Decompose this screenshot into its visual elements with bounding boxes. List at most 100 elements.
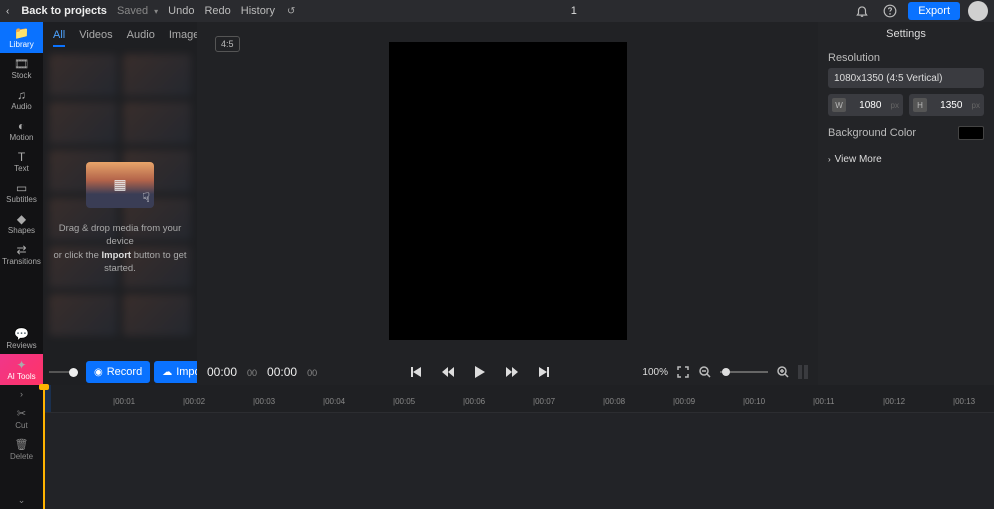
side-nav: 📁 Library 🎞 Stock ♫ Audio ◐ Motion T Tex… [0,22,43,385]
notifications-icon[interactable] [852,1,872,21]
nav-motion[interactable]: ◐ Motion [0,115,43,146]
cloud-upload-icon: ☁ [162,367,172,378]
back-to-projects-link[interactable]: Back to projects [21,5,107,17]
bg-color-swatch[interactable] [958,126,984,140]
redo-button[interactable]: Redo [204,5,230,17]
library-footer: ◉ Record ☁ Import [43,359,197,385]
tab-videos[interactable]: Videos [79,29,112,41]
settings-panel: Settings Resolution 1080x1350 (4:5 Verti… [818,22,994,385]
tick: |00:03 [253,397,275,406]
history-button[interactable]: History [241,5,275,17]
tick: |00:11 [813,397,835,406]
thumbnail-size-slider[interactable] [49,368,78,377]
shapes-icon: ◆ [17,213,26,225]
tick: |00:08 [603,397,625,406]
trash-icon: 🗑 [15,438,29,451]
subtitles-icon: ▭ [16,182,27,194]
nav-text[interactable]: T Text [0,146,43,177]
timeline: › ✂ Cut 🗑 Delete ⌄ |00:01 |00:02 |00:03 … [0,385,994,509]
zoom-label: 100% [642,367,668,378]
undo-button[interactable]: Undo [168,5,194,17]
history-icon: ↺ [287,6,295,17]
settings-title: Settings [818,22,994,46]
record-button[interactable]: ◉ Record [86,361,150,383]
tick: |00:01 [113,397,135,406]
timeline-tools: › ✂ Cut 🗑 Delete ⌄ [0,385,43,509]
chevron-right-icon: › [828,155,831,164]
tick: |00:02 [183,397,205,406]
chat-icon: 💬 [14,328,29,340]
transitions-icon: ⇄ [16,244,26,256]
saved-dropdown-icon[interactable]: ▾ [154,7,158,16]
nav-shapes[interactable]: ◆ Shapes [0,208,43,239]
zoom-out-icon[interactable] [698,365,712,379]
nav-transitions[interactable]: ⇄ Transitions [0,239,43,270]
nav-subtitles[interactable]: ▭ Subtitles [0,177,43,208]
timeline-ruler[interactable]: |00:01 |00:02 |00:03 |00:04 |00:05 |00:0… [43,385,994,413]
cut-tool[interactable]: ✂ Cut [0,403,43,434]
cursor-icon: ☟ [142,190,150,206]
layout-bars-icon[interactable] [798,365,808,379]
export-button[interactable]: Export [908,2,960,20]
bg-color-label: Background Color [828,127,916,139]
nav-audio[interactable]: ♫ Audio [0,84,43,115]
chevron-right-icon: › [20,389,23,399]
tick: |00:12 [883,397,905,406]
drop-text: Drag & drop media from your device or cl… [51,222,189,275]
tab-audio[interactable]: Audio [127,29,155,41]
tick: |00:13 [953,397,975,406]
text-icon: T [18,151,25,163]
aspect-ratio-badge[interactable]: 4:5 [215,36,240,52]
timeline-main[interactable]: |00:01 |00:02 |00:03 |00:04 |00:05 |00:0… [43,385,994,509]
tab-all[interactable]: All [53,29,65,47]
step-back-button[interactable] [441,365,455,379]
width-field[interactable]: W 1080 px [828,94,903,116]
chevron-down-icon: ⌄ [18,495,26,506]
timeline-more-button[interactable]: ⌄ [0,491,43,509]
view-more-button[interactable]: › View More [828,154,984,165]
skip-end-button[interactable] [537,365,551,379]
tick: |00:06 [463,397,485,406]
motion-icon: ◐ [18,120,25,132]
record-icon: ◉ [94,367,103,378]
preview-canvas[interactable] [389,42,627,340]
library-panel: All Videos Audio Images ▦ ☟ Drag & drop … [43,22,197,385]
step-forward-button[interactable] [505,365,519,379]
fullscreen-icon[interactable] [676,365,690,379]
time-current: 00:00 [207,365,237,379]
media-icon: ▦ [113,176,126,193]
time-total: 00:00 [267,365,297,379]
nav-stock[interactable]: 🎞 Stock [0,53,43,84]
tick: |00:09 [673,397,695,406]
delete-tool[interactable]: 🗑 Delete [0,434,43,465]
tick: |00:04 [323,397,345,406]
avatar[interactable] [968,1,988,21]
time-display: 00:0000 00:0000 [207,365,317,379]
timeline-collapse-button[interactable]: › [0,385,43,403]
tick: |00:10 [743,397,765,406]
music-note-icon: ♫ [17,89,26,101]
playhead[interactable] [43,385,45,509]
drop-card: ▦ ☟ [86,162,154,208]
resolution-select[interactable]: 1080x1350 (4:5 Vertical) [828,68,984,88]
height-field[interactable]: H 1350 px [909,94,984,116]
folder-icon: 📁 [14,27,29,39]
preview-area: 4:5 00:0000 00:0000 100% [197,22,818,385]
play-button[interactable] [473,365,487,379]
nav-library[interactable]: 📁 Library [0,22,43,53]
nav-reviews[interactable]: 💬 Reviews [0,323,43,354]
skip-start-button[interactable] [409,365,423,379]
back-chevron-icon[interactable]: ‹ [6,6,9,17]
saved-status: Saved [117,5,148,17]
library-tabs: All Videos Audio Images [43,22,197,48]
project-title[interactable]: 1 [295,5,852,17]
stock-icon: 🎞 [14,58,29,70]
tick: |00:05 [393,397,415,406]
nav-ai-tools[interactable]: ✦ AI Tools [0,354,43,385]
tick: |00:07 [533,397,555,406]
zoom-slider[interactable] [720,371,768,373]
library-dropzone[interactable]: ▦ ☟ Drag & drop media from your device o… [43,48,197,359]
help-icon[interactable] [880,1,900,21]
zoom-in-icon[interactable] [776,365,790,379]
topbar: ‹ Back to projects Saved ▾ Undo Redo His… [0,0,994,22]
